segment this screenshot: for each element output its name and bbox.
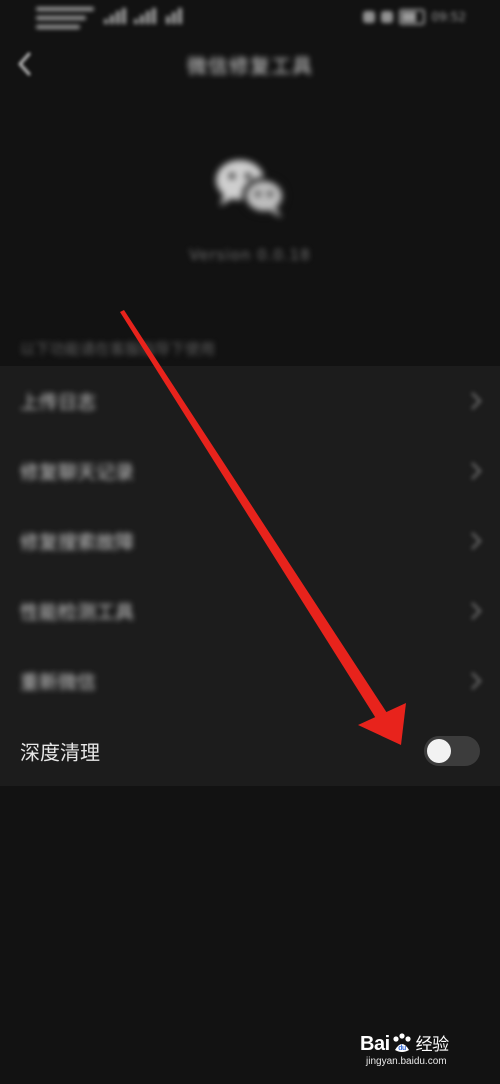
list-item-label: 上传日志 (20, 391, 97, 414)
battery-icon (399, 9, 426, 25)
settings-list: 上传日志 修复聊天记录 修复搜索故障 性能检测工具 重新微信 深度清理 (0, 366, 500, 786)
chevron-right-icon (471, 602, 482, 620)
list-item-label: 重新微信 (20, 671, 97, 694)
watermark-brand-suffix: 经验 (415, 1035, 450, 1054)
list-item-upload-log[interactable]: 上传日志 (0, 366, 500, 436)
list-item-performance-tool[interactable]: 性能检测工具 (0, 576, 500, 646)
list-item-reinstall[interactable]: 重新微信 (0, 646, 500, 716)
status-time: 09:52 (431, 10, 466, 24)
deep-clean-label: 深度清理 (20, 740, 100, 765)
chevron-right-icon (471, 462, 482, 480)
svg-text:du: du (398, 1045, 406, 1052)
status-right: 09:52 (363, 8, 466, 26)
paw-icon: du (393, 1033, 411, 1052)
list-item-label: 修复搜索故障 (20, 531, 135, 554)
carrier-info (36, 2, 98, 32)
chevron-right-icon (471, 532, 482, 550)
wechat-logo-icon (208, 152, 292, 224)
wifi-icon (166, 8, 192, 24)
list-item-label: 性能检测工具 (20, 601, 135, 624)
deep-clean-toggle[interactable] (424, 736, 480, 766)
toggle-knob (427, 739, 451, 763)
watermark-brand: Bai du 经验 (360, 1030, 449, 1056)
chevron-right-icon (471, 392, 482, 410)
list-item-repair-search[interactable]: 修复搜索故障 (0, 506, 500, 576)
page-title: 微信修复工具 (187, 54, 313, 78)
watermark-brand-prefix: Bai (360, 1033, 390, 1055)
screen: 09:52 微信修复工具 Version 0.0.18 以下功能请在客服指导下使… (0, 0, 500, 1084)
signal-icon-2 (134, 8, 160, 24)
version-text: Version 0.0.18 (189, 246, 311, 264)
baidu-jingyan-watermark: Bai du 经验 jingyan.baidu.com (360, 1030, 478, 1074)
list-item-label: 修复聊天记录 (20, 461, 135, 484)
chevron-right-icon (471, 672, 482, 690)
section-hint: 以下功能请在客服指导下使用 (20, 340, 216, 358)
status-bar: 09:52 (0, 0, 500, 36)
list-item-deep-clean: 深度清理 (0, 716, 500, 786)
list-item-repair-chat[interactable]: 修复聊天记录 (0, 436, 500, 506)
vibrate-icon (381, 11, 394, 23)
watermark-site: jingyan.baidu.com (366, 1056, 447, 1067)
alarm-icon (363, 11, 376, 23)
signal-icon (104, 8, 130, 24)
